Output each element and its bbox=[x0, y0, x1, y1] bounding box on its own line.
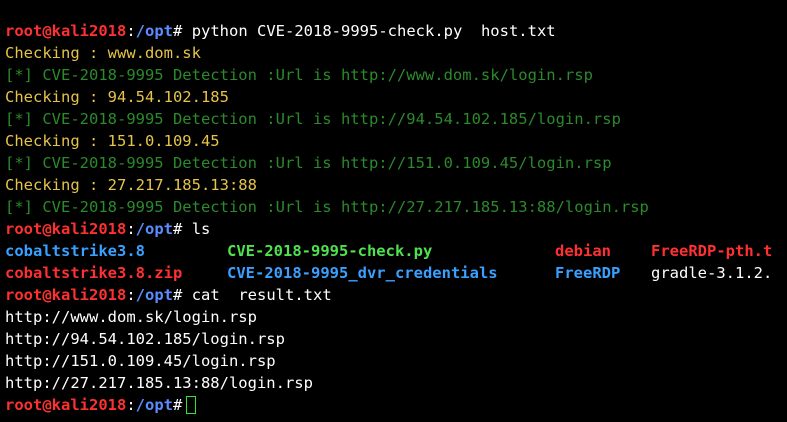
checking-line: Checking : 151.0.109.45 bbox=[5, 132, 220, 150]
prompt-separator: : bbox=[126, 22, 136, 40]
prompt-user-host: root@kali2018 bbox=[5, 220, 127, 238]
output-line: http://151.0.109.45/login.rsp bbox=[5, 352, 276, 370]
prompt-symbol: # bbox=[173, 396, 183, 414]
checking-line: Checking : www.dom.sk bbox=[5, 44, 201, 62]
ls-entry-directory: cobaltstrike3.8 bbox=[5, 242, 145, 260]
ls-entry-directory: CVE-2018-9995_dvr_credentials bbox=[227, 264, 498, 282]
checking-line: Checking : 94.54.102.185 bbox=[5, 88, 229, 106]
ls-entry-executable: CVE-2018-9995-check.py bbox=[227, 242, 433, 260]
checking-line: Checking : 27.217.185.13:88 bbox=[5, 176, 257, 194]
prompt-symbol: # bbox=[173, 286, 183, 304]
command-text: ls bbox=[191, 220, 211, 238]
ls-entry-archive: debian bbox=[555, 242, 611, 260]
terminal-window[interactable]: root@kali2018:/opt# python CVE-2018-9995… bbox=[5, 20, 787, 422]
ls-entry-file: gradle-3.1.2. bbox=[651, 264, 773, 282]
output-line: http://www.dom.sk/login.rsp bbox=[5, 308, 257, 326]
command-text: cat result.txt bbox=[191, 286, 332, 304]
prompt-line: root@kali2018:/opt# ls bbox=[5, 218, 787, 240]
detection-line: [*] CVE-2018-9995 Detection :Url is http… bbox=[5, 198, 649, 216]
prompt-path: /opt bbox=[135, 220, 173, 238]
prompt-line: root@kali2018:/opt# cat result.txt bbox=[5, 284, 787, 306]
prompt-path: /opt bbox=[135, 22, 173, 40]
terminal-cursor[interactable] bbox=[186, 396, 197, 414]
prompt-user-host: root@kali2018 bbox=[5, 22, 127, 40]
prompt-symbol: # bbox=[173, 220, 183, 238]
prompt-separator: : bbox=[126, 396, 136, 414]
prompt-user-host: root@kali2018 bbox=[5, 396, 127, 414]
ls-row: cobaltstrike3.8 CVE-2018-9995-check.py deb… bbox=[5, 240, 787, 262]
command-text: python CVE-2018-9995-check.py host.txt bbox=[191, 22, 556, 40]
detection-line: [*] CVE-2018-9995 Detection :Url is http… bbox=[5, 154, 612, 172]
output-line: http://94.54.102.185/login.rsp bbox=[5, 330, 285, 348]
detection-line: [*] CVE-2018-9995 Detection :Url is http… bbox=[5, 110, 621, 128]
prompt-path: /opt bbox=[135, 286, 173, 304]
ls-entry-archive: FreeRDP-pth.t bbox=[651, 242, 773, 260]
ls-row: cobaltstrike3.8.zip CVE-2018-9995_dvr_cre… bbox=[5, 262, 787, 284]
prompt-line: root@kali2018:/opt# python CVE-2018-9995… bbox=[5, 20, 787, 42]
output-line: http://27.217.185.13:88/login.rsp bbox=[5, 374, 313, 392]
ls-entry-archive: cobaltstrike3.8.zip bbox=[5, 264, 183, 282]
prompt-path: /opt bbox=[135, 396, 173, 414]
ls-entry-directory: FreeRDP bbox=[555, 264, 621, 282]
prompt-line[interactable]: root@kali2018:/opt# bbox=[5, 394, 787, 416]
prompt-symbol: # bbox=[173, 22, 183, 40]
prompt-separator: : bbox=[126, 286, 136, 304]
prompt-separator: : bbox=[126, 220, 136, 238]
prompt-user-host: root@kali2018 bbox=[5, 286, 127, 304]
detection-line: [*] CVE-2018-9995 Detection :Url is http… bbox=[5, 66, 593, 84]
